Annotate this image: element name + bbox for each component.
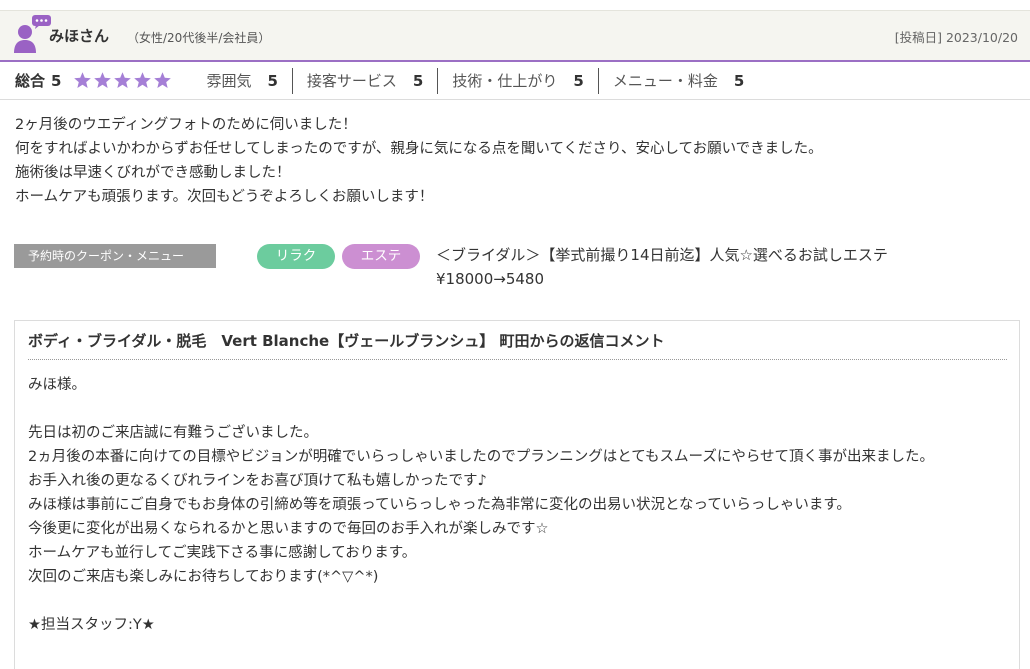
reply-line: 今後更に変化が出易くなられるかと思いますので毎回のお手入れが楽しみです☆	[28, 521, 549, 537]
reviewer-name: みほさん	[49, 27, 110, 45]
rating-value: 5	[573, 71, 584, 90]
review-line: 何をすればよいかわからずお任せしてしまったのですが、親身に気になる点を聞いてくだ…	[15, 141, 823, 157]
review-line: 施術後は早速くびれができ感動しました！	[15, 165, 291, 181]
star-icon	[154, 72, 172, 89]
review-header: みほさん （女性/20代後半/会社員） [投稿日] 2023/10/20	[0, 10, 1030, 62]
coupon-label: 予約時のクーポン・メニュー	[14, 244, 216, 268]
coupon-title-link[interactable]: ＜ブライダル＞【挙式前撮り14日前迄】人気☆選べるお試しエステ	[436, 244, 888, 265]
rating-value: 5	[267, 71, 278, 90]
rating-label: 接客サービス	[306, 72, 397, 90]
reply-line: ホームケアも並行してご実践下さる事に感謝しております。	[28, 545, 417, 561]
rating-label: メニュー・料金	[612, 72, 718, 90]
rating-value: 5	[412, 71, 424, 90]
reply-line: みほ様。	[28, 377, 86, 393]
reply-text: みほ様。 先日は初のご来店誠に有難うございました。 2ヵ月後の本番に向けての目標…	[28, 373, 1008, 637]
reply-line: ★担当スタッフ:Y★	[28, 617, 155, 633]
rating-label: 技術・仕上がり	[452, 72, 558, 90]
reply-line	[28, 397, 1008, 421]
divider	[28, 359, 1007, 360]
rating-value: 5	[733, 71, 745, 90]
star-icon	[94, 72, 112, 89]
star-icon	[74, 72, 92, 89]
review-line: ホームケアも頑張ります。次回もどうぞよろしくお願いします！	[15, 189, 434, 205]
coupon-price: ¥18000→5480	[436, 270, 545, 288]
posted-date: [投稿日] 2023/10/20	[894, 30, 1018, 45]
reply-line: 先日は初のご来店誠に有難うございました。	[28, 425, 318, 441]
reply-line: 次回のご来店も楽しみにお待ちしております(*^▽^*)	[28, 569, 379, 585]
reply-line: 2ヵ月後の本番に向けての目標やビジョンが明確でいらっしゃいましたのでプランニング…	[28, 449, 935, 465]
star-icon	[114, 72, 132, 89]
reviewer-info: （女性/20代後半/会社員）	[127, 31, 271, 45]
reply-line: みほ様は事前にご自身でもお身体の引締め等を頑張っていらっしゃった為非常に変化の出…	[28, 497, 851, 513]
tag-esthe[interactable]: エステ	[342, 244, 420, 269]
star-icon	[134, 72, 152, 89]
total-rating-label: 総合	[15, 72, 46, 90]
review-body: 2ヶ月後のウエディングフォトのために伺いました！ 何をすればよいかわからずお任せ…	[15, 113, 1015, 209]
tag-relax[interactable]: リラク	[257, 244, 335, 269]
total-rating-value: 5	[51, 71, 62, 90]
rating-service: 接客サービス 5	[291, 67, 437, 94]
reply-heading: ボディ・ブライダル・脱毛 Vert Blanche【ヴェールブランシュ】 町田か…	[28, 332, 665, 350]
reply-box: ボディ・ブライダル・脱毛 Vert Blanche【ヴェールブランシュ】 町田か…	[14, 320, 1020, 669]
rating-atmosphere: 雰囲気 5	[192, 68, 291, 94]
rating-technique: 技術・仕上がり 5	[437, 67, 597, 94]
rating-menu-price: メニュー・料金 5	[597, 67, 758, 94]
review-line: 2ヶ月後のウエディングフォトのために伺いました！	[15, 117, 357, 133]
star-rating	[73, 71, 172, 90]
rating-label: 雰囲気	[206, 72, 252, 90]
reply-line: お手入れ後の更なるくびれラインをお喜び頂けて私も嬉しかったです♪	[28, 473, 487, 489]
reply-line	[28, 589, 1008, 613]
ratings-bar: 総合 5 雰囲気 5 接客サービス 5 技術・仕上がり 5 メニュー・料金 5	[0, 62, 1030, 100]
